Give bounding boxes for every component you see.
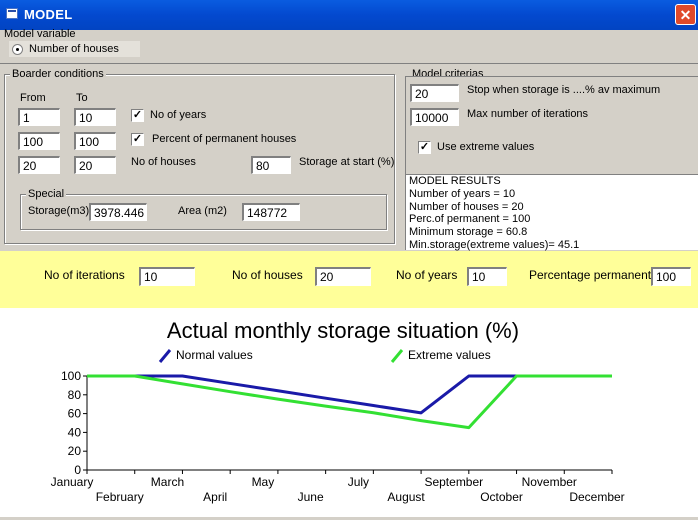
app-icon [6, 8, 18, 19]
results-line: Minimum storage = 60.8 [409, 226, 528, 239]
y-tick-label: 80 [68, 388, 82, 402]
y-tick-label: 40 [68, 425, 82, 439]
max-iterations-label: Max number of iterations [467, 108, 589, 120]
results-line: Number of houses = 20 [409, 200, 524, 213]
radio-button-icon[interactable] [12, 44, 23, 55]
x-tick-label: May [252, 475, 275, 489]
x-tick-label: October [480, 490, 523, 504]
special-label: Special [26, 188, 67, 200]
summary-bar: No of iterations 10 No of houses 20 No o… [0, 251, 698, 308]
x-tick-label: February [96, 490, 144, 504]
stop-storage-label: Stop when storage is ....% av maximum [467, 84, 661, 96]
storage-chart: Actual monthly storage situation (%) Nor… [51, 318, 625, 504]
percent-from-input[interactable]: 100 [18, 132, 60, 150]
summary-houses-label: No of houses [232, 268, 303, 282]
results-line: Number of years = 10 [409, 187, 516, 200]
x-tick-label: April [203, 490, 227, 504]
years-to-input[interactable]: 10 [74, 108, 116, 126]
legend-extreme-marker [390, 349, 404, 363]
model-variable-option[interactable]: Number of houses [9, 41, 140, 57]
x-tick-label: December [569, 490, 624, 504]
border-conditions-label: Boarder conditions [10, 68, 106, 80]
x-tick-label: March [151, 475, 184, 489]
from-label: From [20, 92, 46, 104]
summary-years-input[interactable]: 10 [467, 267, 507, 286]
extreme-values-label: Use extreme values [437, 141, 535, 153]
houses-from-input[interactable]: 20 [18, 156, 60, 174]
max-iterations-input[interactable]: 10000 [410, 108, 459, 126]
y-tick-label: 60 [68, 407, 82, 421]
x-tick-label: November [522, 475, 577, 489]
summary-percentage-input[interactable]: 100 [651, 267, 691, 286]
extreme-values-checkbox[interactable]: ✓ [418, 141, 431, 154]
summary-years-label: No of years [396, 268, 458, 282]
summary-houses-input[interactable]: 20 [315, 267, 371, 286]
legend-extreme-label: Extreme values [408, 348, 491, 362]
years-from-input[interactable]: 1 [18, 108, 60, 126]
y-tick-label: 100 [61, 369, 81, 383]
houses-to-input[interactable]: 20 [74, 156, 116, 174]
summary-percentage-label: Percentage permanent [529, 268, 652, 282]
to-label: To [76, 92, 88, 104]
legend-normal-marker [158, 349, 172, 363]
results-line: MODEL RESULTS [409, 175, 501, 187]
iterations-label: No of iterations [44, 268, 125, 282]
iterations-input[interactable]: 10 [139, 267, 195, 286]
area-m2-label: Area (m2) [178, 205, 227, 217]
percent-to-input[interactable]: 100 [74, 132, 116, 150]
storage-m3-input[interactable]: 3978.446 [89, 203, 147, 221]
years-checkbox-label: No of years [150, 109, 207, 121]
model-results-box: MODEL RESULTS Number of years = 10 Numbe… [405, 174, 698, 251]
x-tick-label: June [298, 490, 324, 504]
y-tick-label: 20 [68, 444, 82, 458]
x-tick-label: September [424, 475, 483, 489]
stop-storage-input[interactable]: 20 [410, 84, 459, 102]
legend-normal-label: Normal values [176, 348, 253, 362]
window-title: MODEL [24, 7, 73, 22]
chart-area: Actual monthly storage situation (%) Nor… [0, 308, 698, 517]
houses-label: No of houses [131, 156, 196, 168]
percent-checkbox-label: Percent of permanent houses [152, 133, 297, 145]
close-button[interactable]: ✕ [675, 4, 696, 25]
x-tick-label: August [387, 490, 425, 504]
window-title-bar[interactable]: MODEL [0, 0, 698, 30]
area-m2-input[interactable]: 148772 [242, 203, 300, 221]
chart-title: Actual monthly storage situation (%) [167, 318, 519, 343]
years-checkbox[interactable]: ✓ [131, 109, 144, 122]
storage-start-input[interactable]: 80 [251, 156, 291, 174]
storage-start-label: Storage at start (%) [299, 156, 395, 168]
separator [0, 63, 698, 64]
percent-checkbox[interactable]: ✓ [131, 133, 144, 146]
model-variable-label: Model variable [4, 28, 76, 40]
results-line: Min.storage(extreme values)= 45.1 [409, 238, 580, 251]
storage-m3-label: Storage(m3) [28, 205, 90, 217]
x-tick-label: January [51, 475, 94, 489]
x-tick-label: July [348, 475, 369, 489]
model-variable-option-label: Number of houses [29, 43, 119, 55]
results-line: Perc.of permanent = 100 [409, 213, 531, 226]
